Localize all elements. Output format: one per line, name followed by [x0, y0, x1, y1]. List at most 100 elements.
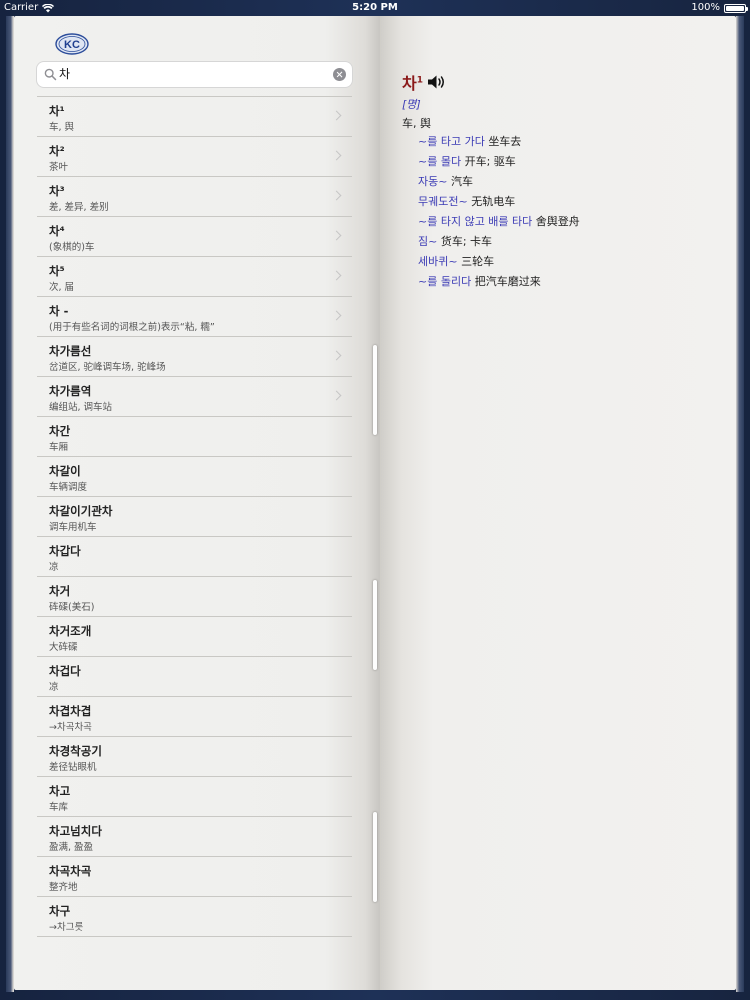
example-chinese: 汽车 — [450, 175, 473, 188]
result-row[interactable]: 차⁴ (象棋的)车 — [37, 217, 352, 257]
result-word: 차겹차겹 — [49, 704, 92, 718]
chevron-right-icon — [331, 230, 342, 241]
result-translation: 凉 — [49, 562, 59, 573]
result-translation: 车厢 — [49, 442, 69, 453]
result-translation: →차그릇 — [49, 922, 84, 933]
result-row[interactable]: 차구 →차그릇 — [37, 897, 352, 937]
result-row[interactable]: 차고넘치다 盈满, 盈盈 — [37, 817, 352, 857]
result-row[interactable]: 차갑다 凉 — [37, 537, 352, 577]
example-chinese: 货车; 卡车 — [440, 235, 493, 248]
example-korean[interactable]: 자동~ — [418, 175, 447, 188]
app-logo[interactable]: KC — [55, 33, 89, 55]
result-word: 차갑다 — [49, 544, 81, 558]
result-row[interactable]: 차¹ 车, 舆 — [37, 97, 352, 137]
result-row[interactable]: 차간 车厢 — [37, 417, 352, 457]
result-word: 차고넘치다 — [49, 824, 102, 838]
example-korean[interactable]: ~를 몰다 — [418, 155, 461, 168]
example-korean[interactable]: 짐~ — [418, 235, 437, 248]
binding-ring — [373, 580, 377, 670]
headword-text: 차 — [402, 74, 417, 93]
book-edge-right — [736, 16, 744, 992]
battery-icon — [724, 3, 748, 13]
result-word: 차거 — [49, 584, 71, 598]
result-list[interactable]: 차¹ 车, 舆 차² 茶叶 차³ 差, 差异, 差别 차⁴ (象棋的)车 차⁵ 次, 届 차 - (用… — [37, 96, 352, 943]
example-item: ~를 타지 않고 배를 타다 舍舆登舟 — [418, 212, 580, 232]
example-korean[interactable]: 무궤도전~ — [418, 195, 468, 208]
book-edge-left — [6, 16, 14, 992]
result-row[interactable]: 차경착공기 差径钻眼机 — [37, 737, 352, 777]
search-input[interactable]: 차 — [37, 62, 352, 87]
result-word: 차가름선 — [49, 344, 92, 358]
example-chinese: 三轮车 — [461, 255, 495, 268]
result-row[interactable]: 차고 车库 — [37, 777, 352, 817]
result-row[interactable]: 차³ 差, 差异, 差别 — [37, 177, 352, 217]
result-translation: 差, 差异, 差别 — [49, 202, 109, 213]
result-translation: 大砗磲 — [49, 642, 78, 653]
result-word: 차 - — [49, 304, 69, 318]
logo-text: KC — [64, 39, 80, 51]
result-translation: 岔道区, 驼峰调车场, 驼峰场 — [49, 362, 166, 373]
binding-ring — [373, 812, 377, 902]
entry-header: 차1 — [402, 70, 447, 94]
battery-fill — [726, 5, 744, 11]
result-word: 차³ — [49, 184, 65, 198]
result-word: 차⁴ — [49, 224, 65, 238]
result-word: 차구 — [49, 904, 71, 918]
result-row[interactable]: 차겁다 凉 — [37, 657, 352, 697]
result-translation: 调车用机车 — [49, 522, 97, 533]
result-translation: 砗磲(美石) — [49, 602, 95, 613]
result-row[interactable]: 차거 砗磲(美石) — [37, 577, 352, 617]
search-value[interactable]: 차 — [59, 62, 70, 87]
clear-icon[interactable] — [333, 68, 346, 81]
example-korean[interactable]: ~를 돌리다 — [418, 275, 471, 288]
chevron-right-icon — [331, 270, 342, 281]
example-chinese: 舍舆登舟 — [535, 215, 580, 228]
chevron-right-icon — [331, 310, 342, 321]
chevron-right-icon — [331, 390, 342, 401]
entry-headword: 차1 — [402, 70, 423, 94]
result-word: 차⁵ — [49, 264, 65, 278]
result-translation: 次, 届 — [49, 282, 75, 293]
result-row[interactable]: 차곡차곡 整齐地 — [37, 857, 352, 897]
result-word: 차거조개 — [49, 624, 92, 638]
result-word: 차¹ — [49, 104, 65, 118]
chevron-right-icon — [331, 350, 342, 361]
example-item: 무궤도전~ 无轨电车 — [418, 192, 580, 212]
result-word: 차곡차곡 — [49, 864, 92, 878]
result-translation: 车辆调度 — [49, 482, 88, 493]
status-right: 100% — [691, 0, 748, 16]
chevron-right-icon — [331, 190, 342, 201]
example-item: ~를 돌리다 把汽车磨过来 — [418, 272, 580, 292]
result-row[interactable]: 차갈이 车辆调度 — [37, 457, 352, 497]
result-word: 차간 — [49, 424, 71, 438]
chevron-right-icon — [331, 150, 342, 161]
headword-superscript: 1 — [416, 75, 423, 86]
part-of-speech: [명] — [402, 98, 421, 111]
result-row[interactable]: 차 - (用于有些名词的词根之前)表示“粘, 糯” — [37, 297, 352, 337]
result-row[interactable]: 차가름선 岔道区, 驼峰调车场, 驼峰场 — [37, 337, 352, 377]
entry-meaning: 车, 舆 — [402, 117, 431, 130]
example-korean[interactable]: 세바퀴~ — [418, 255, 458, 268]
example-item: 자동~ 汽车 — [418, 172, 580, 192]
result-row[interactable]: 차겹차겹 →차곡차곡 — [37, 697, 352, 737]
example-chinese: 开车; 驱车 — [464, 155, 516, 168]
result-row[interactable]: 차갈이기관차 调车用机车 — [37, 497, 352, 537]
search-icon — [44, 68, 57, 81]
result-translation: 编组站, 调车站 — [49, 402, 113, 413]
result-row[interactable]: 차² 茶叶 — [37, 137, 352, 177]
result-row[interactable]: 차가름역 编组站, 调车站 — [37, 377, 352, 417]
result-translation: 盈满, 盈盈 — [49, 842, 94, 853]
result-translation: →차곡차곡 — [49, 722, 92, 733]
result-word: 차고 — [49, 784, 71, 798]
speaker-icon[interactable] — [427, 74, 447, 90]
example-korean[interactable]: ~를 타지 않고 배를 타다 — [418, 215, 532, 228]
result-word: 차겁다 — [49, 664, 81, 678]
example-item: ~를 몰다 开车; 驱车 — [418, 152, 580, 172]
result-translation: 车, 舆 — [49, 122, 75, 133]
example-item: 짐~ 货车; 卡车 — [418, 232, 580, 252]
example-list: ~를 타고 가다 坐车去 ~를 몰다 开车; 驱车 자동~ 汽车 무궤도전~ 无轨电车… — [418, 132, 580, 292]
result-row[interactable]: 차⁵ 次, 届 — [37, 257, 352, 297]
result-translation: (象棋的)车 — [49, 242, 95, 253]
example-korean[interactable]: ~를 타고 가다 — [418, 135, 485, 148]
result-row[interactable]: 차거조개 大砗磲 — [37, 617, 352, 657]
